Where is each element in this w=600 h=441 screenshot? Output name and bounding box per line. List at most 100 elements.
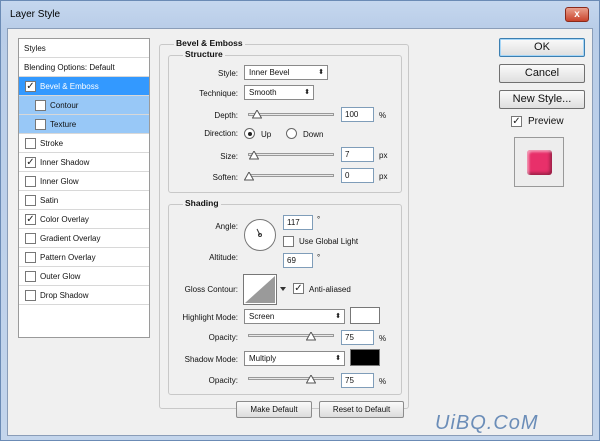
shadow-opacity-unit: % xyxy=(379,377,387,386)
style-item-texture[interactable]: Texture xyxy=(19,115,149,134)
highlight-opacity-slider-handle[interactable] xyxy=(306,332,316,341)
direction-up-label: Up xyxy=(261,130,272,139)
style-item-label: Bevel & Emboss xyxy=(40,82,99,91)
shadow-opacity-input[interactable]: 75 xyxy=(341,373,374,388)
global-light-label: Use Global Light xyxy=(299,237,359,246)
style-select-value: Inner Bevel xyxy=(249,68,290,77)
structure-title: Structure xyxy=(183,49,225,59)
highlight-mode-value: Screen xyxy=(249,312,275,321)
size-slider-handle[interactable] xyxy=(249,151,259,160)
make-default-button[interactable]: Make Default xyxy=(236,401,312,418)
style-item-color-overlay[interactable]: ✓ Color Overlay xyxy=(19,210,149,229)
style-item-gradient-overlay[interactable]: Gradient Overlay xyxy=(19,229,149,248)
direction-down-label: Down xyxy=(303,130,324,139)
global-light-checkbox[interactable] xyxy=(283,236,294,247)
style-item-checkbox[interactable]: ✓ xyxy=(25,157,36,168)
style-item-outer-glow[interactable]: Outer Glow xyxy=(19,267,149,286)
highlight-mode-select[interactable]: Screen ⬍ xyxy=(244,309,345,324)
anti-aliased-label: Anti-aliased xyxy=(309,285,351,294)
direction-label: Direction: xyxy=(204,129,238,138)
style-item-pattern-overlay[interactable]: Pattern Overlay xyxy=(19,248,149,267)
layer-style-dialog: Layer Style x Styles Blending Options: D… xyxy=(0,0,600,441)
depth-label: Depth: xyxy=(214,111,238,120)
blending-options-label: Blending Options: Default xyxy=(24,63,115,72)
style-item-checkbox[interactable] xyxy=(25,233,36,244)
style-item-contour[interactable]: Contour xyxy=(19,96,149,115)
close-button[interactable]: x xyxy=(565,7,589,22)
highlight-opacity-unit: % xyxy=(379,334,387,343)
style-item-satin[interactable]: Satin xyxy=(19,191,149,210)
soften-label: Soften: xyxy=(212,173,238,182)
style-item-checkbox[interactable] xyxy=(25,290,36,301)
soften-slider-handle[interactable] xyxy=(244,172,254,181)
angle-label: Angle: xyxy=(215,222,238,231)
style-item-bevel-emboss[interactable]: ✓ Bevel & Emboss xyxy=(19,77,149,96)
style-item-inner-glow[interactable]: Inner Glow xyxy=(19,172,149,191)
shadow-mode-value: Multiply xyxy=(249,354,277,363)
cancel-button[interactable]: Cancel xyxy=(499,64,585,83)
style-item-drop-shadow[interactable]: Drop Shadow xyxy=(19,286,149,305)
size-input[interactable]: 7 xyxy=(341,147,374,162)
style-item-label: Gradient Overlay xyxy=(40,234,101,243)
size-unit: px xyxy=(379,151,388,160)
preview-label: Preview xyxy=(528,116,564,127)
style-item-checkbox[interactable]: ✓ xyxy=(25,81,36,92)
reset-to-default-button[interactable]: Reset to Default xyxy=(319,401,404,418)
highlight-opacity-label: Opacity: xyxy=(208,333,238,342)
title-bar[interactable]: Layer Style x xyxy=(1,1,599,27)
depth-slider-handle[interactable] xyxy=(252,110,262,119)
style-item-checkbox[interactable] xyxy=(25,195,36,206)
soften-unit: px xyxy=(379,172,388,181)
soften-input[interactable]: 0 xyxy=(341,168,374,183)
anti-aliased-checkbox[interactable]: ✓ xyxy=(293,283,304,294)
preview-box xyxy=(514,137,564,187)
soften-slider[interactable] xyxy=(248,174,334,177)
style-item-checkbox[interactable] xyxy=(25,252,36,263)
style-item-checkbox[interactable] xyxy=(25,271,36,282)
style-item-checkbox[interactable] xyxy=(25,176,36,187)
style-item-label: Satin xyxy=(40,196,59,205)
technique-label: Technique: xyxy=(199,89,238,98)
technique-select-value: Smooth xyxy=(249,88,277,97)
shading-title: Shading xyxy=(183,198,221,208)
style-item-stroke[interactable]: Stroke xyxy=(19,134,149,153)
altitude-input[interactable]: 69 xyxy=(283,253,313,268)
technique-select[interactable]: Smooth ⬍ xyxy=(244,85,314,100)
preview-checkbox[interactable]: ✓ xyxy=(511,116,522,127)
shadow-opacity-label: Opacity: xyxy=(208,376,238,385)
styles-header[interactable]: Styles xyxy=(19,39,149,58)
highlight-mode-label: Highlight Mode: xyxy=(182,313,238,322)
shadow-opacity-slider[interactable] xyxy=(248,377,334,380)
ok-button[interactable]: OK xyxy=(499,38,585,57)
style-item-checkbox[interactable] xyxy=(25,138,36,149)
gloss-contour-picker[interactable] xyxy=(243,274,287,305)
watermark-logo: UiBQ.CoM xyxy=(435,412,539,434)
shadow-mode-select[interactable]: Multiply ⬍ xyxy=(244,351,345,366)
bevel-emboss-title: Bevel & Emboss xyxy=(174,38,245,48)
angle-input[interactable]: 117 xyxy=(283,215,313,230)
style-item-label: Outer Glow xyxy=(40,272,81,281)
highlight-color-swatch[interactable] xyxy=(350,307,380,324)
angle-dial[interactable] xyxy=(243,218,277,252)
style-item-inner-shadow[interactable]: ✓ Inner Shadow xyxy=(19,153,149,172)
direction-down-radio[interactable] xyxy=(286,128,297,139)
style-select[interactable]: Inner Bevel ⬍ xyxy=(244,65,328,80)
updown-arrow-icon: ⬍ xyxy=(335,313,341,320)
style-item-checkbox[interactable]: ✓ xyxy=(25,214,36,225)
shadow-mode-label: Shadow Mode: xyxy=(184,355,238,364)
direction-up-radio[interactable] xyxy=(244,128,255,139)
highlight-opacity-slider[interactable] xyxy=(248,334,334,337)
style-item-checkbox[interactable] xyxy=(35,100,46,111)
size-slider[interactable] xyxy=(248,153,334,156)
style-item-label: Color Overlay xyxy=(40,215,89,224)
highlight-opacity-input[interactable]: 75 xyxy=(341,330,374,345)
depth-unit: % xyxy=(379,111,387,120)
new-style-button[interactable]: New Style... xyxy=(499,90,585,109)
shadow-opacity-slider-handle[interactable] xyxy=(306,375,316,384)
shadow-color-swatch[interactable] xyxy=(350,349,380,366)
depth-input[interactable]: 100 xyxy=(341,107,374,122)
blending-options-item[interactable]: Blending Options: Default xyxy=(19,58,149,77)
style-item-checkbox[interactable] xyxy=(35,119,46,130)
window-title: Layer Style xyxy=(10,9,61,20)
style-item-label: Pattern Overlay xyxy=(40,253,96,262)
